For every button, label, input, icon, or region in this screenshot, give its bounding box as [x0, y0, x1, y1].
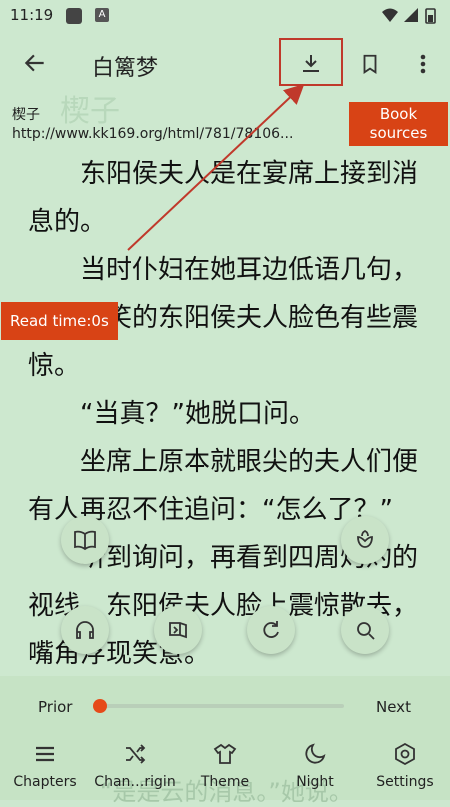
progress-slider[interactable] — [93, 699, 344, 713]
open-book-icon — [74, 530, 96, 551]
refresh-button[interactable] — [247, 606, 295, 654]
slider-thumb[interactable] — [93, 699, 107, 713]
bottom-menu: “是是云的消息。”她说。 Prior Next Chapters Chan…ri… — [0, 676, 450, 806]
nav-label: Chan…rigin — [94, 774, 176, 790]
book-cover-icon — [169, 622, 187, 639]
nav-night[interactable]: Night — [270, 740, 360, 790]
refresh-icon — [263, 621, 279, 638]
nav-label: Night — [296, 774, 334, 790]
shirt-icon — [213, 743, 237, 764]
read-time-label: Read time:0s — [10, 312, 109, 330]
nav-settings[interactable]: Settings — [360, 740, 450, 790]
flower-icon — [357, 529, 373, 548]
nav-label: Chapters — [13, 774, 77, 790]
prior-chapter-button[interactable]: Prior — [38, 698, 72, 716]
shuffle-icon — [126, 744, 146, 764]
list-icon — [36, 746, 54, 762]
nav-change-origin[interactable]: Chan…rigin — [90, 740, 180, 790]
nav-theme[interactable]: Theme — [180, 740, 270, 790]
headphones-icon — [76, 621, 94, 639]
search-refresh-icon — [357, 622, 375, 640]
nav-chapters[interactable]: Chapters — [0, 740, 90, 790]
auto-page-button[interactable] — [341, 516, 389, 564]
read-time-badge: Read time:0s — [1, 302, 118, 340]
next-chapter-button[interactable]: Next — [376, 698, 411, 716]
nav-label: Theme — [200, 774, 250, 790]
search-replace-button[interactable] — [341, 606, 389, 654]
nav-label: Settings — [376, 774, 434, 790]
screen-rotate-button[interactable] — [154, 606, 202, 654]
moon-icon — [305, 743, 326, 764]
read-aloud-book-button[interactable] — [61, 516, 109, 564]
settings-icon — [395, 743, 415, 765]
headphones-button[interactable] — [61, 606, 109, 654]
